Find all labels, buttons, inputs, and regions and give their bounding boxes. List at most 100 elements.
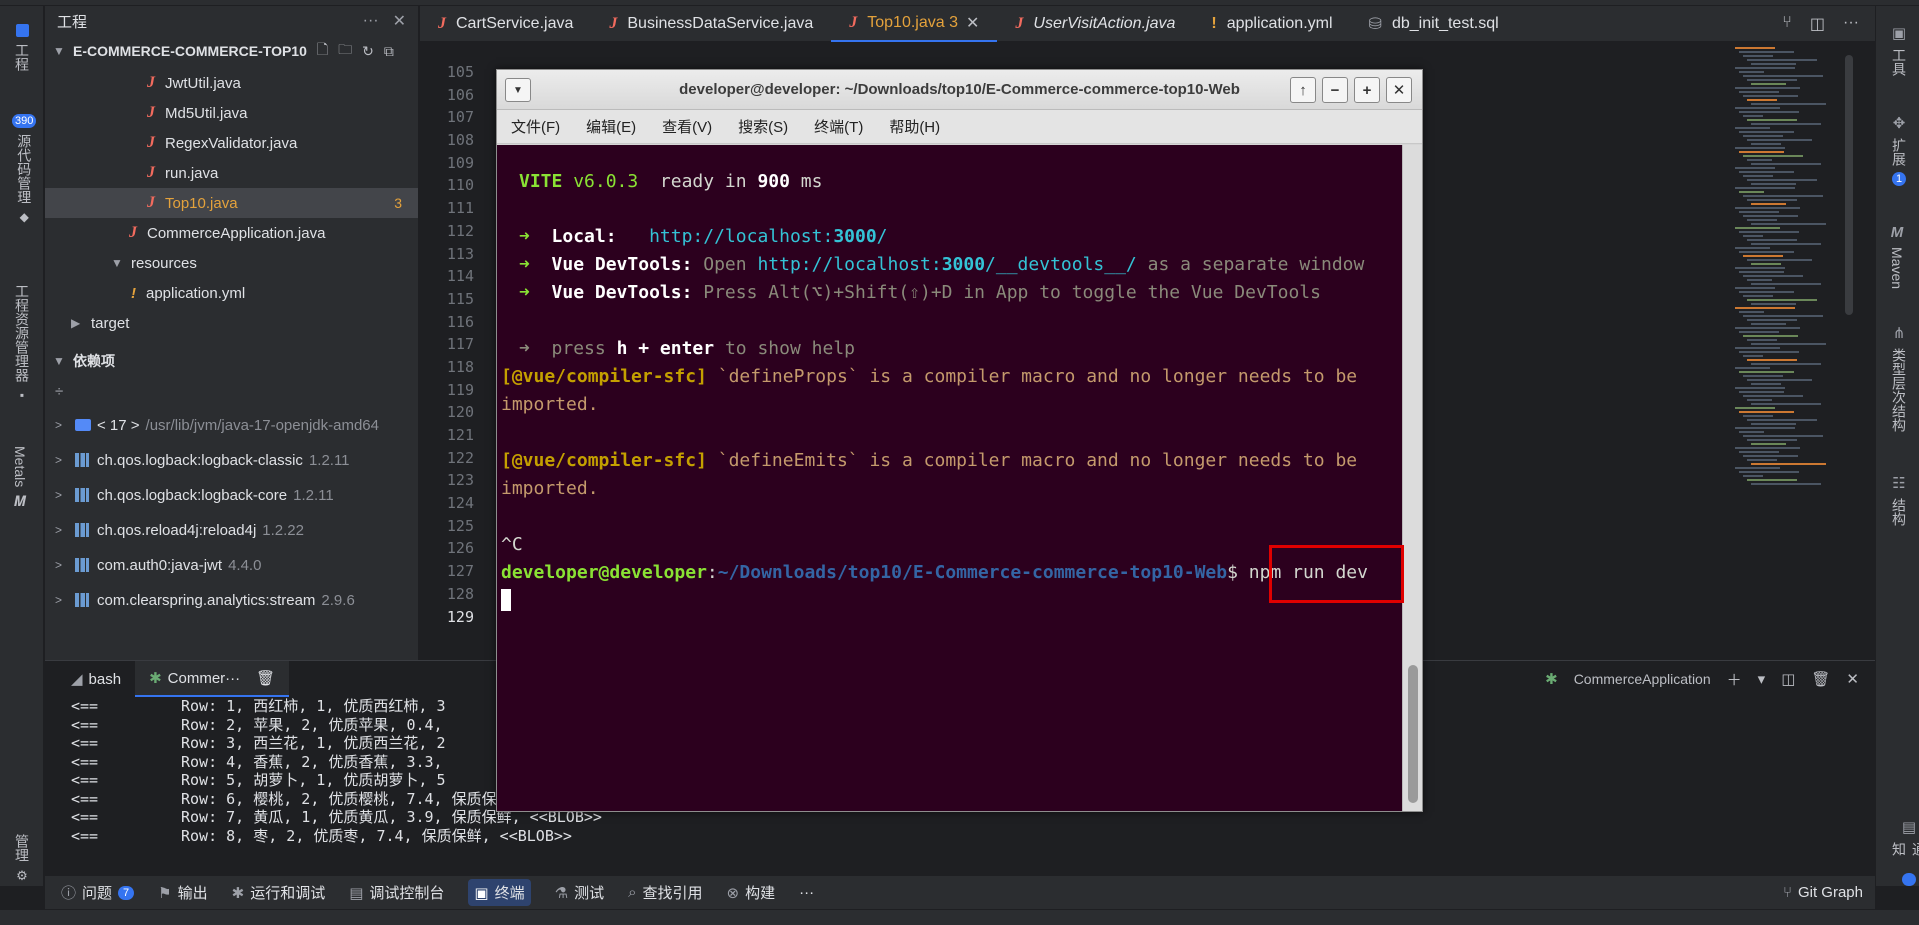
- close-icon[interactable]: ✕: [393, 11, 406, 31]
- menu-edit[interactable]: 编辑(E): [586, 116, 636, 137]
- metals-tab[interactable]: Metals 𝑴: [12, 446, 28, 510]
- run-debug-tab[interactable]: ✱ 运行和调试: [232, 882, 326, 903]
- project-panel-title: 工程: [57, 13, 88, 31]
- minimap-line: [1743, 195, 1823, 197]
- more-options-icon[interactable]: ···: [1843, 14, 1859, 34]
- tree-file-commerceapplication[interactable]: J CommerceApplication.java: [45, 218, 418, 248]
- tree-file-md5util[interactable]: J Md5Util.java: [45, 98, 418, 128]
- split-editor-icon[interactable]: ◫: [1810, 14, 1825, 34]
- close-icon[interactable]: ✕: [966, 13, 979, 33]
- maven-tab[interactable]: M Maven: [1889, 224, 1905, 289]
- tree-file-jwtutil[interactable]: J JwtUtil.java: [45, 68, 418, 98]
- build-label: 构建: [745, 885, 776, 902]
- minimap-line: [1743, 455, 1798, 457]
- menu-view[interactable]: 查看(V): [662, 116, 712, 137]
- minimize-button[interactable]: −: [1322, 77, 1348, 103]
- menu-search[interactable]: 搜索(S): [738, 116, 788, 137]
- tab-label: application.yml: [1226, 14, 1333, 32]
- tree-folder-target[interactable]: ▶ target: [45, 308, 418, 338]
- menu-help[interactable]: 帮助(H): [889, 116, 940, 137]
- dep-jdk[interactable]: > < 17 > /usr/lib/jvm/java-17-openjdk-am…: [45, 410, 418, 440]
- tree-root[interactable]: ▼ E-COMMERCE-COMMERCE-TOP10 🗋 🗀 ↻ ⧉: [45, 36, 418, 66]
- close-icon[interactable]: ✕: [1846, 670, 1859, 688]
- chevron-right-icon: ▶: [71, 316, 81, 330]
- minimap-line: [1735, 447, 1800, 449]
- dep-item[interactable]: > com.clearspring.analytics:stream 2.9.6: [45, 585, 418, 615]
- terminal-tab-bash[interactable]: ◢ bash: [57, 661, 135, 697]
- trash-icon[interactable]: 🗑: [1811, 670, 1830, 688]
- structure-tab[interactable]: ☷ 结构: [1889, 474, 1909, 526]
- dep-item[interactable]: > ch.qos.reload4j:reload4j 1.2.22: [45, 515, 418, 545]
- type-hierarchy-tab[interactable]: ⋔ 类型层次结构: [1889, 324, 1909, 432]
- dependencies-header[interactable]: ▼ 依赖项: [45, 346, 418, 376]
- tree-folder-resources[interactable]: ▼ resources: [45, 248, 418, 278]
- collapse-deps-row[interactable]: ÷: [45, 376, 418, 406]
- more-tools-button[interactable]: ···: [799, 884, 814, 901]
- dep-item[interactable]: > ch.qos.logback:logback-core 1.2.11: [45, 480, 418, 510]
- tab-uservisitaction[interactable]: J UserVisitAction.java: [997, 6, 1193, 42]
- terminal-scrollbar-thumb[interactable]: [1408, 665, 1418, 803]
- tree-file-regexvalidator[interactable]: J RegexValidator.java: [45, 128, 418, 158]
- manage-tab[interactable]: 管理 ⚙: [12, 834, 32, 884]
- test-tab[interactable]: ⚗ 测试: [555, 882, 604, 903]
- tree-file-run[interactable]: J run.java: [45, 158, 418, 188]
- more-options-icon[interactable]: ···: [363, 12, 379, 30]
- output-tab[interactable]: ⚑ 输出: [158, 882, 207, 903]
- minimap-line: [1739, 471, 1799, 473]
- devtools-url[interactable]: http://localhost:: [757, 254, 941, 275]
- prompt-user: developer@developer: [501, 562, 707, 583]
- menu-terminal[interactable]: 终端(T): [814, 116, 863, 137]
- terminal-window-titlebar[interactable]: ▼ developer@developer: ~/Downloads/top10…: [497, 70, 1422, 110]
- notifications-tab[interactable]: ▤ 通知: [1889, 818, 1919, 886]
- tools-tab[interactable]: ▣ 工具: [1889, 24, 1909, 76]
- tree-file-top10[interactable]: J Top10.java 3: [45, 188, 418, 218]
- build-tab[interactable]: ⊗ 构建: [727, 882, 776, 903]
- project-explorer-tab[interactable]: 工程资源管理器 ▪: [12, 284, 32, 402]
- problems-tab[interactable]: ⓘ 问题 7: [61, 882, 135, 903]
- maximize-button[interactable]: +: [1354, 77, 1380, 103]
- editor-actions: ⑂ ◫ ···: [1782, 14, 1875, 34]
- file-name: Md5Util.java: [165, 104, 248, 122]
- find-references-tab[interactable]: ⌕ 查找引用: [628, 882, 702, 903]
- menu-file[interactable]: 文件(F): [511, 116, 560, 137]
- project-tool-tab[interactable]: 工程: [12, 24, 32, 71]
- minimap-line: [1739, 51, 1794, 53]
- tab-db-init-test[interactable]: ⛁ db_init_test.sql: [1351, 6, 1517, 42]
- run-config-label[interactable]: CommerceApplication: [1574, 671, 1711, 687]
- minimap-line: [1747, 399, 1772, 401]
- terminal-body[interactable]: VITE v6.0.3 ready in 900 ms ➜ Local: htt…: [497, 145, 1402, 811]
- add-terminal-icon[interactable]: ＋: [1727, 669, 1742, 690]
- refresh-icon[interactable]: ↻: [362, 43, 374, 60]
- dep-item[interactable]: > com.auth0:java-jwt 4.4.0: [45, 550, 418, 580]
- ready-text: ready in: [638, 171, 758, 192]
- local-url[interactable]: http://localhost:: [649, 226, 833, 247]
- git-graph-button[interactable]: ⑂ Git Graph: [1783, 884, 1863, 901]
- terminal-tool-tab[interactable]: ▣ 终端: [468, 879, 531, 906]
- tab-application-yml[interactable]: ! application.yml: [1193, 6, 1350, 42]
- trash-icon[interactable]: 🗑: [256, 669, 275, 687]
- tab-businessdataservice[interactable]: J BusinessDataService.java: [591, 6, 831, 42]
- arrow-icon: ➜: [519, 226, 530, 247]
- collapse-all-icon[interactable]: ⧉: [384, 43, 394, 60]
- tab-top10[interactable]: J Top10.java 3 ✕: [831, 6, 998, 42]
- minimap-line: [1751, 303, 1796, 305]
- new-file-icon[interactable]: 🗋: [317, 39, 328, 63]
- debug-console-tab[interactable]: ▤ 调试控制台: [349, 882, 444, 903]
- window-menu-button[interactable]: ▼: [505, 78, 531, 102]
- tree-file-application-yml[interactable]: ! application.yml: [45, 278, 418, 308]
- scroll-up-button[interactable]: ↑: [1290, 77, 1316, 103]
- close-window-button[interactable]: ✕: [1386, 77, 1412, 103]
- terminal-tab-commerce[interactable]: ✱ Commer··· 🗑: [135, 661, 290, 697]
- split-terminal-icon[interactable]: ◫: [1781, 670, 1795, 688]
- terminal-scrollbar[interactable]: [1402, 145, 1422, 811]
- minimap-line: [1735, 67, 1795, 69]
- editor-scrollbar[interactable]: [1845, 55, 1853, 315]
- chevron-down-icon[interactable]: ▾: [1758, 670, 1766, 688]
- git-branch-icon[interactable]: ⑂: [1782, 14, 1792, 34]
- tab-cartservice[interactable]: J CartService.java: [420, 6, 591, 42]
- dep-item[interactable]: > ch.qos.logback:logback-classic 1.2.11: [45, 445, 418, 475]
- extensions-tab[interactable]: ✥ 扩展 1: [1889, 114, 1909, 186]
- terminal-window[interactable]: ▼ developer@developer: ~/Downloads/top10…: [496, 69, 1423, 812]
- new-folder-icon[interactable]: 🗀: [338, 39, 352, 63]
- source-control-tab[interactable]: 390 源代码管理 ◆: [12, 114, 37, 224]
